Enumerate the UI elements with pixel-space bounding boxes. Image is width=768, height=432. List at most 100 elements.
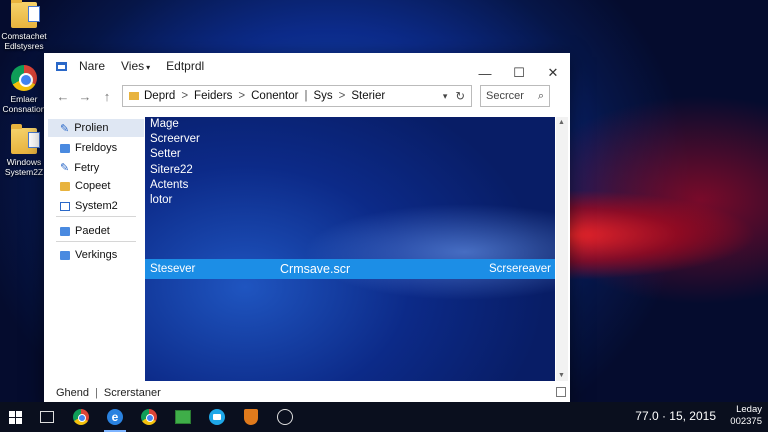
desktop-icon-label: Windows System2Z — [4, 157, 44, 177]
list-item[interactable]: Screerver — [150, 133, 200, 145]
windows-logo-icon — [15, 410, 22, 417]
scroll-down-icon[interactable]: ▼ — [558, 372, 565, 379]
resize-grip-icon[interactable] — [556, 387, 566, 397]
shield-icon — [244, 409, 258, 425]
taskbar-security[interactable] — [234, 402, 268, 432]
sidebar-item-label: Fetry — [74, 161, 100, 174]
breadcrumb-separator: > — [238, 90, 246, 102]
chrome-icon — [11, 65, 37, 91]
address-bar[interactable]: Deprd > Feiders > Conentor | Sys > Steri… — [122, 85, 472, 107]
task-view-icon — [40, 411, 54, 423]
folder-icon — [129, 92, 139, 100]
windows-logo-icon — [15, 417, 22, 424]
list-item[interactable]: Mage — [150, 118, 179, 130]
breadcrumb-separator: | — [304, 90, 308, 102]
up-button[interactable]: ↑ — [96, 89, 118, 104]
sidebar-item-label: Paedet — [75, 225, 110, 237]
chrome-icon — [141, 409, 157, 425]
menu-item-edtprdl[interactable]: Edtprdl — [166, 59, 204, 73]
sidebar-divider — [56, 216, 136, 217]
taskbar-task-view[interactable] — [30, 402, 64, 432]
menu-label: Vies — [121, 59, 145, 73]
breadcrumb-item[interactable]: Sterier — [351, 90, 385, 102]
sidebar-item-verkings[interactable]: Verkings — [60, 249, 117, 261]
sidebar-item-fetry[interactable]: ✎ Fetry — [60, 161, 100, 175]
menu-item-vies[interactable]: Vies ▾ — [121, 59, 150, 73]
search-icon — [277, 409, 293, 425]
sidebar-item-copeet[interactable]: Copeet — [60, 180, 110, 192]
edge-icon: e — [107, 409, 123, 425]
sidebar-item-system2[interactable]: System2 — [60, 200, 118, 212]
start-button[interactable] — [0, 402, 30, 432]
breadcrumb-item[interactable]: Conentor — [251, 90, 298, 102]
desktop-icon-emlaer[interactable]: Emlaer Consnation — [0, 65, 48, 114]
search-icon: ⌕ — [537, 89, 544, 102]
title-bar: Nare Vies ▾ Edtprdl — ☐ ✕ — [44, 53, 570, 81]
desktop-icon-windows-system[interactable]: Windows System2Z — [0, 124, 48, 177]
menu-item-nare[interactable]: Nare — [79, 59, 105, 73]
chevron-down-icon: ▾ — [146, 63, 151, 72]
document-icon — [60, 201, 70, 211]
folder-icon — [11, 0, 40, 28]
status-text-secondary: Screrstaner — [103, 387, 161, 399]
file-explorer-window: Nare Vies ▾ Edtprdl — ☐ ✕ ← → ↑ Deprd > F… — [44, 53, 570, 405]
taskbar-chrome[interactable] — [64, 402, 98, 432]
status-text: Ghend — [56, 387, 90, 399]
refresh-icon[interactable]: ↻ — [455, 89, 465, 103]
sidebar-item-label: System2 — [75, 200, 118, 212]
forward-button[interactable]: → — [74, 89, 96, 104]
desktop-icon-label: Emlaer Consnation — [2, 94, 46, 114]
navigation-bar: ← → ↑ Deprd > Feiders > Conentor | Sys >… — [44, 83, 570, 109]
file-filename: Crmsave.scr — [280, 262, 351, 276]
selected-list-item[interactable]: Stesever Crmsave.scr Scrsereaver — [145, 259, 555, 279]
sidebar-divider — [56, 241, 136, 242]
folder-icon — [11, 124, 40, 154]
file-type: Scrsereaver — [489, 263, 551, 275]
breadcrumb-separator: > — [338, 90, 346, 102]
list-item[interactable]: Sitere22 — [150, 164, 193, 176]
desktop-icon-label: Comstachet Edlstysres — [1, 31, 47, 51]
desktop-icon-comstachet[interactable]: Comstachet Edlstysres — [0, 0, 48, 51]
search-input[interactable]: Secrcer ⌕ — [480, 85, 550, 107]
status-divider: | — [95, 387, 98, 399]
taskbar-chrome-2[interactable] — [132, 402, 166, 432]
window-icon — [56, 61, 67, 71]
back-button[interactable]: ← — [52, 89, 74, 104]
taskbar-app-green[interactable] — [166, 402, 200, 432]
list-item[interactable]: lotor — [150, 194, 172, 206]
clock-date[interactable]: Leday 002375 — [730, 404, 762, 428]
sidebar-item-freldoys[interactable]: Freldoys — [60, 142, 117, 154]
taskbar-edge[interactable]: e — [98, 402, 132, 432]
clock-time[interactable]: 77.0 · 15, 2015 — [635, 409, 716, 423]
sidebar-item-prolien[interactable]: ✎ Prolien — [48, 119, 144, 137]
pin-icon: ✎ — [60, 122, 70, 135]
scroll-up-icon[interactable]: ▲ — [558, 119, 565, 126]
pin-icon: ✎ — [60, 162, 70, 174]
taskbar-search[interactable] — [268, 402, 302, 432]
navigation-pane: ✎ Prolien Freldoys ✎ Fetry Copeet System… — [44, 113, 144, 383]
menu-label: Nare — [79, 59, 106, 73]
network-icon — [60, 250, 70, 260]
search-placeholder: Secrcer — [486, 90, 524, 102]
folder-icon — [60, 181, 70, 191]
menu-label: Edtprdl — [166, 59, 205, 73]
list-item[interactable]: Setter — [150, 148, 181, 160]
sidebar-item-label: Verkings — [75, 249, 118, 261]
list-item[interactable]: Actents — [150, 179, 188, 191]
breadcrumb-item[interactable]: Deprd — [144, 90, 175, 102]
folder-icon — [60, 226, 70, 236]
taskbar-skype[interactable] — [200, 402, 234, 432]
windows-logo-icon — [8, 417, 15, 424]
pin-icon — [60, 143, 70, 153]
breadcrumb-item[interactable]: Sys — [313, 90, 332, 102]
sidebar-item-paedet[interactable]: Paedet — [60, 225, 110, 237]
sidebar-item-label: Copeet — [75, 180, 111, 192]
status-bar: Ghend | Screrstaner — [44, 383, 570, 403]
app-icon — [175, 410, 191, 424]
vertical-scrollbar[interactable]: ▲ ▼ — [556, 117, 568, 381]
breadcrumb-item[interactable]: Feiders — [194, 90, 232, 102]
breadcrumb-separator: > — [181, 90, 189, 102]
chevron-down-icon[interactable]: ▾ — [443, 91, 448, 102]
file-name: Stesever — [150, 263, 196, 275]
sidebar-item-label: Freldoys — [75, 142, 118, 154]
